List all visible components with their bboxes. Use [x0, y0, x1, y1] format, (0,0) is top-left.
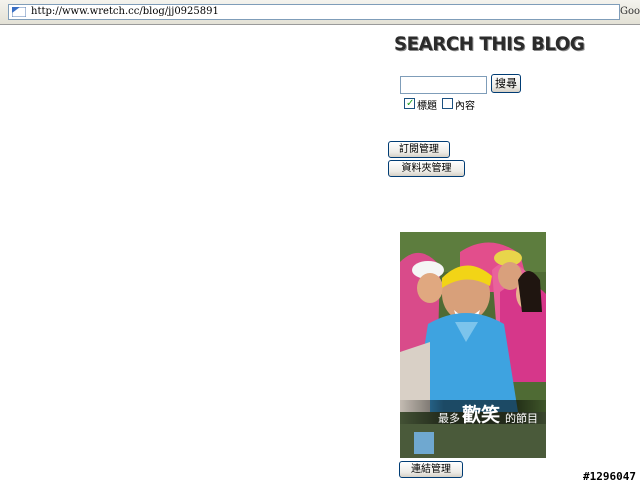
caption-prefix: 最多	[438, 412, 460, 425]
url-field[interactable]: http://www.wretch.cc/blog/jj0925891	[8, 4, 620, 20]
title-checkbox[interactable]: ✓	[404, 98, 415, 109]
folder-manage-button[interactable]: 資料夾管理	[388, 160, 465, 177]
search-button[interactable]: 搜尋	[491, 74, 521, 93]
check-icon: ✓	[406, 98, 415, 109]
caption-suffix: 的節目	[505, 412, 538, 425]
link-manage-button[interactable]: 連結管理	[399, 461, 463, 478]
promo-photo[interactable]: 最多 歡笑 的節目	[400, 232, 546, 458]
url-text: http://www.wretch.cc/blog/jj0925891	[31, 6, 219, 17]
content-checkbox[interactable]	[442, 98, 453, 109]
photo-caption: 最多 歡笑 的節目	[400, 400, 546, 426]
title-option-label: 標題	[417, 101, 437, 112]
subscription-manage-button[interactable]: 訂閱管理	[388, 141, 450, 158]
search-engine-label: Goo	[619, 6, 640, 17]
image-id-watermark: #1296047	[583, 470, 636, 483]
page-icon	[12, 7, 26, 17]
caption-emphasis: 歡笑	[462, 404, 501, 426]
blog-search-input[interactable]	[400, 76, 487, 94]
browser-address-bar: http://www.wretch.cc/blog/jj0925891 Goo	[0, 0, 640, 25]
search-heading: SEARCH THIS BLOG	[394, 33, 585, 55]
content-option-label: 內容	[455, 101, 475, 112]
